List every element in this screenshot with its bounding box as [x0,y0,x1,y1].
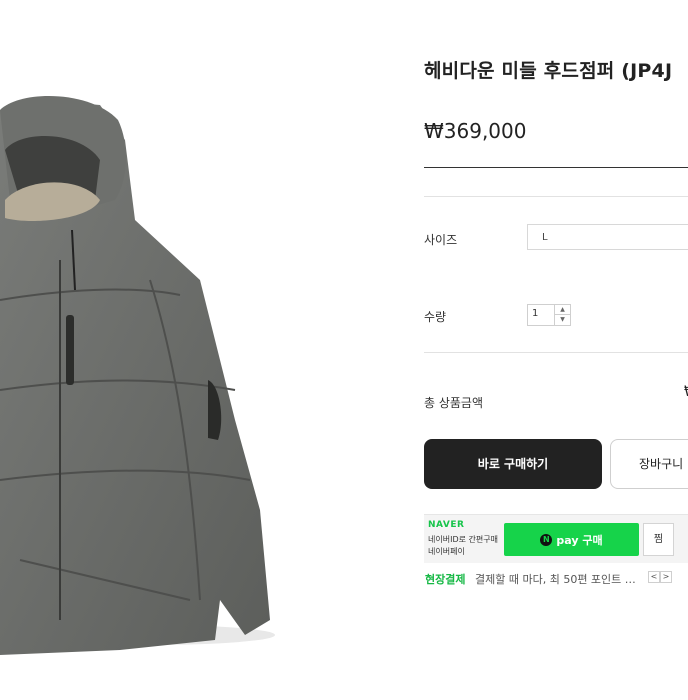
npay-label: pay 구매 [556,533,603,547]
wish-button[interactable]: 찜 [643,523,674,556]
next-icon[interactable]: > [660,571,672,583]
divider [424,196,688,197]
prev-icon[interactable]: < [648,571,660,583]
size-label: 사이즈 [424,233,458,247]
product-image [0,96,275,655]
npay-n-icon: N [540,533,553,546]
npay-button[interactable]: N pay 구매 [504,523,639,556]
quantity-label: 수량 [424,310,447,324]
cart-button[interactable]: 장바구니 [610,439,688,489]
quantity-up-icon[interactable]: ▲ [554,305,570,315]
product-title: 헤비다운 미들 후드점퍼 (JP4J [424,60,673,82]
total-label: 총 상품금액 [424,396,484,410]
product-price: ₩369,000 [424,119,527,143]
divider [424,167,688,168]
naver-line1: 네이버ID로 간편구매 [428,535,498,544]
buy-now-button[interactable]: 바로 구매하기 [424,439,602,489]
quantity-value[interactable]: 1 [532,308,538,319]
naver-logo: NAVER [428,520,465,530]
divider [424,352,688,353]
promo-label: 현장결제 [425,573,466,586]
size-select[interactable]: L [527,224,688,250]
total-currency: ₩ [684,384,688,400]
quantity-stepper[interactable]: 1 ▲ ▼ [527,304,571,326]
promo-text: 결제할 때 마다, 최 50편 포인트 … [475,573,636,586]
quantity-down-icon[interactable]: ▼ [554,315,570,325]
naver-line2: 네이버페이 [428,547,465,556]
